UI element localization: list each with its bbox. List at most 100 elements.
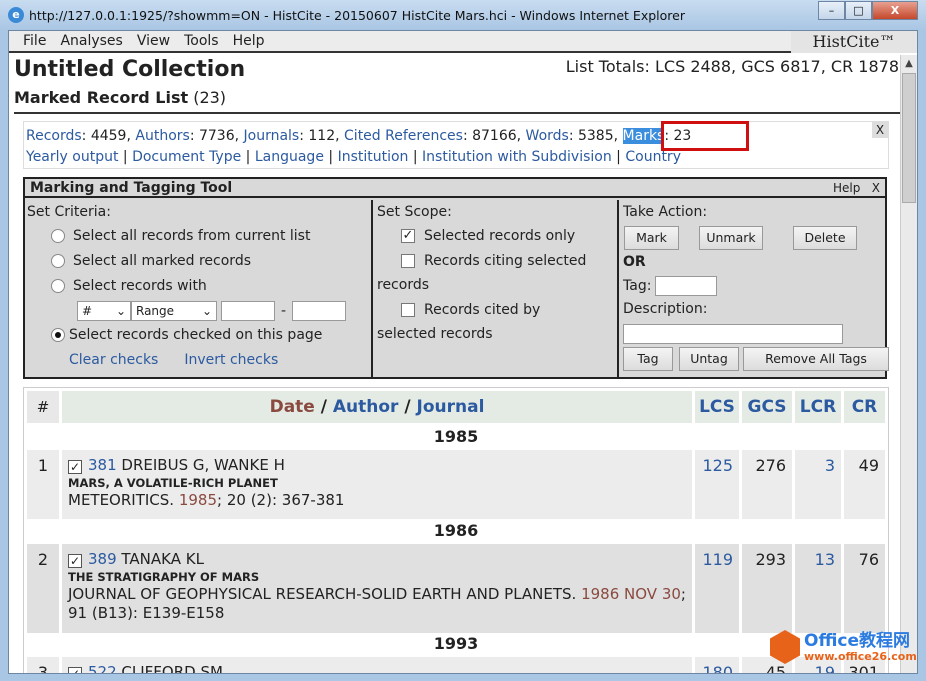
sort-by-author[interactable]: Author bbox=[333, 397, 399, 417]
document-type-link[interactable]: Document Type bbox=[132, 149, 241, 165]
gcs-value: 293 bbox=[742, 544, 792, 633]
sort-by-date[interactable]: Date bbox=[270, 397, 315, 417]
record-checkbox[interactable]: ✓ bbox=[68, 554, 82, 568]
year-heading: 1993 bbox=[433, 634, 479, 653]
institution-subdivision-link[interactable]: Institution with Subdivision bbox=[422, 149, 612, 165]
journals-link[interactable]: Journals bbox=[244, 128, 300, 144]
record-id-link[interactable]: 522 bbox=[88, 663, 117, 673]
range-from-input[interactable] bbox=[221, 301, 275, 321]
scroll-up-icon[interactable]: ▲ bbox=[901, 55, 917, 72]
cr-value: 76 bbox=[844, 544, 885, 633]
lcs-value[interactable]: 180 bbox=[695, 657, 739, 673]
histcite-brand: HistCite™ bbox=[791, 31, 917, 53]
cr-header[interactable]: CR bbox=[852, 397, 878, 417]
sort-by-cr[interactable]: CR bbox=[844, 391, 885, 423]
scrollbar-thumb[interactable] bbox=[902, 73, 916, 203]
stats-close-button[interactable]: X bbox=[872, 122, 888, 138]
country-link[interactable]: Country bbox=[625, 149, 681, 165]
record-date: 1986 NOV 30 bbox=[581, 585, 681, 603]
range-select-value: Range bbox=[136, 304, 175, 318]
subtitle-count: (23) bbox=[193, 88, 227, 107]
tool-close-button[interactable]: X bbox=[872, 181, 880, 195]
record-authors: DREIBUS G, WANKE H bbox=[121, 456, 285, 474]
menu-help[interactable]: Help bbox=[233, 33, 265, 49]
sort-by-lcs[interactable]: LCS bbox=[695, 391, 739, 423]
delete-button[interactable]: Delete bbox=[793, 226, 857, 250]
table-row: ✓ 389 TANAKA KL THE STRATIGRAPHY OF MARS … bbox=[62, 544, 692, 633]
field-select[interactable]: # ⌄ bbox=[77, 301, 131, 321]
menu-file[interactable]: File bbox=[23, 33, 46, 49]
marks-link[interactable]: Marks bbox=[622, 128, 665, 144]
record-citation: ; 20 (2): 367-381 bbox=[217, 491, 345, 509]
gcs-header[interactable]: GCS bbox=[748, 397, 787, 417]
marking-tagging-tool: Marking and Tagging Tool Help X Set Crit… bbox=[23, 177, 889, 379]
sort-by-journal[interactable]: Journal bbox=[417, 397, 485, 417]
checkbox-label: Selected records only bbox=[424, 228, 576, 244]
checkbox-selected-only[interactable]: ✓ bbox=[401, 229, 415, 243]
lcr-value[interactable]: 3 bbox=[795, 450, 841, 519]
field-select-value: # bbox=[82, 304, 93, 318]
tool-title: Marking and Tagging Tool bbox=[30, 180, 233, 196]
checkbox-records-citing[interactable] bbox=[401, 254, 415, 268]
tag-input[interactable] bbox=[655, 276, 718, 296]
year-heading: 1985 bbox=[433, 427, 479, 446]
record-checkbox[interactable]: ✓ bbox=[68, 667, 82, 673]
tool-help-link[interactable]: Help bbox=[833, 181, 860, 195]
minimize-button[interactable]: – bbox=[818, 1, 845, 20]
tool-header: Marking and Tagging Tool Help X bbox=[25, 179, 885, 198]
lcs-value[interactable]: 125 bbox=[695, 450, 739, 519]
watermark-logo: Office教程网 www.office26.com bbox=[770, 630, 917, 664]
institution-link[interactable]: Institution bbox=[338, 149, 409, 165]
record-number: 2 bbox=[27, 544, 59, 633]
tag-button[interactable]: Tag bbox=[623, 347, 673, 371]
record-checkbox[interactable]: ✓ bbox=[68, 460, 82, 474]
clear-checks-link[interactable]: Clear checks bbox=[69, 352, 158, 368]
record-authors: CLIFFORD SM bbox=[121, 663, 223, 674]
authors-link[interactable]: Authors bbox=[135, 128, 189, 144]
close-button[interactable]: X bbox=[872, 1, 918, 20]
invert-checks-link[interactable]: Invert checks bbox=[184, 352, 278, 368]
radio-all-records[interactable] bbox=[51, 229, 65, 243]
checkbox-label: Records citing selected bbox=[424, 253, 587, 269]
ie-icon: e bbox=[8, 7, 24, 23]
lcs-header[interactable]: LCS bbox=[699, 397, 735, 417]
radio-records-with[interactable] bbox=[51, 279, 65, 293]
words-link[interactable]: Words bbox=[526, 128, 569, 144]
yearly-output-link[interactable]: Yearly output bbox=[26, 149, 118, 165]
lcr-header[interactable]: LCR bbox=[800, 397, 836, 417]
remove-all-tags-button[interactable]: Remove All Tags bbox=[743, 347, 889, 371]
checkbox-records-cited-by[interactable] bbox=[401, 303, 415, 317]
menu-tools[interactable]: Tools bbox=[184, 33, 219, 49]
record-authors: TANAKA KL bbox=[121, 550, 204, 568]
lcr-value[interactable]: 13 bbox=[795, 544, 841, 633]
description-input[interactable] bbox=[623, 324, 843, 344]
untag-button[interactable]: Untag bbox=[679, 347, 739, 371]
lcs-value[interactable]: 119 bbox=[695, 544, 739, 633]
chevron-down-icon: ⌄ bbox=[201, 304, 212, 318]
records-link[interactable]: Records bbox=[26, 128, 82, 144]
chevron-down-icon: ⌄ bbox=[115, 304, 126, 318]
record-journal: JOURNAL OF GEOPHYSICAL RESEARCH-SOLID EA… bbox=[68, 585, 582, 603]
range-select[interactable]: Range ⌄ bbox=[131, 301, 217, 321]
menu-analyses[interactable]: Analyses bbox=[60, 33, 122, 49]
sort-by-lcr[interactable]: LCR bbox=[795, 391, 841, 423]
radio-checked-on-page[interactable] bbox=[51, 328, 65, 342]
maximize-button[interactable]: □ bbox=[845, 1, 872, 20]
unmark-button[interactable]: Unmark bbox=[699, 226, 763, 250]
language-link[interactable]: Language bbox=[255, 149, 324, 165]
record-id-link[interactable]: 381 bbox=[88, 456, 117, 474]
record-id-link[interactable]: 389 bbox=[88, 550, 117, 568]
table-row: ✓ 381 DREIBUS G, WANKE H MARS, A VOLATILE… bbox=[62, 450, 692, 519]
scope-label: Set Scope: bbox=[377, 204, 452, 220]
radio-marked-records[interactable] bbox=[51, 254, 65, 268]
subtitle-label: Marked Record List bbox=[14, 88, 189, 107]
range-to-input[interactable] bbox=[292, 301, 347, 321]
vertical-scrollbar[interactable]: ▲ bbox=[900, 55, 917, 673]
page-content: Untitled Collection List Totals: LCS 248… bbox=[9, 55, 901, 674]
cited-references-link[interactable]: Cited References bbox=[344, 128, 463, 144]
watermark-line2: www.office26.com bbox=[804, 649, 917, 663]
cr-value: 49 bbox=[844, 450, 885, 519]
mark-button[interactable]: Mark bbox=[624, 226, 679, 250]
sort-by-gcs[interactable]: GCS bbox=[742, 391, 792, 423]
menu-view[interactable]: View bbox=[137, 33, 170, 49]
